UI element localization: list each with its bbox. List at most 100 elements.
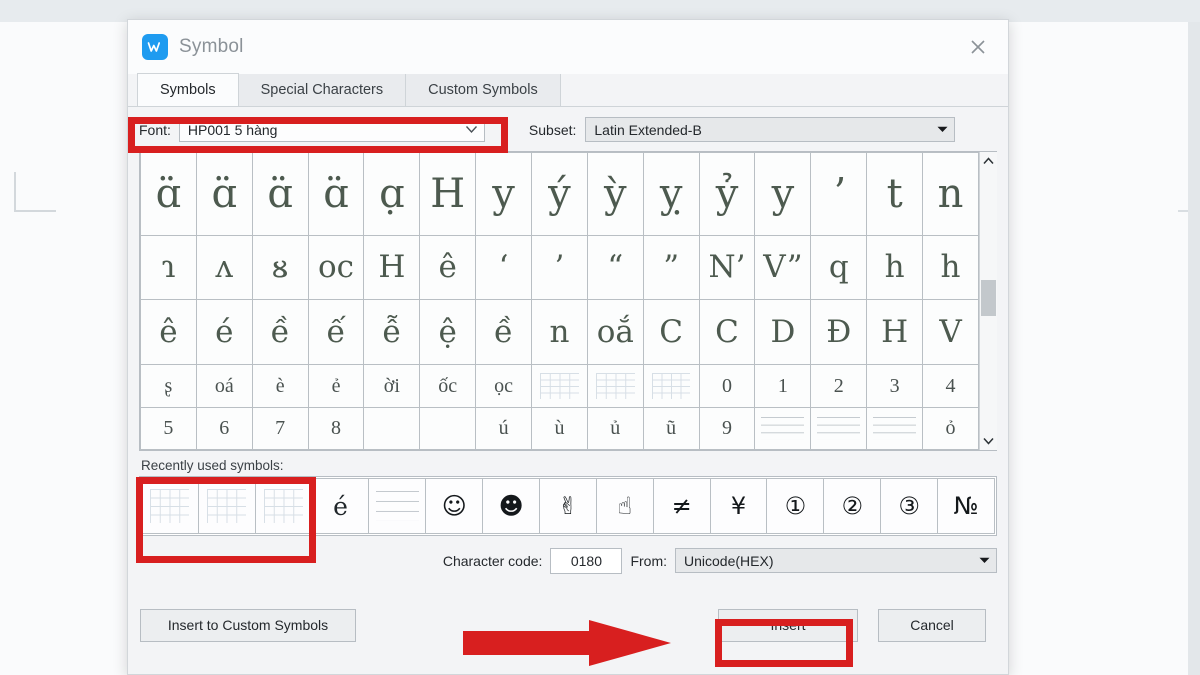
symbol-cell[interactable]: ề bbox=[251, 299, 309, 366]
symbol-cell[interactable]: “ bbox=[586, 234, 644, 301]
symbol-cell[interactable]: 5 bbox=[140, 406, 197, 450]
subset-select[interactable]: Latin Extended-B bbox=[585, 117, 956, 142]
recently-used-cell[interactable]: ☝ bbox=[595, 478, 654, 534]
symbol-cell[interactable]: ế bbox=[307, 299, 365, 366]
scroll-up-icon[interactable] bbox=[979, 152, 997, 170]
symbol-cell[interactable]: ề bbox=[475, 299, 533, 366]
symbol-cell[interactable]: ý bbox=[531, 152, 588, 236]
symbol-cell[interactable]: H bbox=[419, 152, 477, 236]
symbol-cell[interactable]: ” bbox=[642, 234, 700, 301]
symbol-cell[interactable]: 0 bbox=[698, 364, 756, 408]
tab-special-characters[interactable]: Special Characters bbox=[237, 73, 407, 106]
symbol-cell[interactable]: V bbox=[922, 299, 979, 366]
symbol-cell[interactable]: 2 bbox=[810, 364, 868, 408]
insert-to-custom-symbols-button[interactable]: Insert to Custom Symbols bbox=[140, 608, 356, 642]
symbol-grid-scrollbar[interactable] bbox=[979, 152, 997, 450]
symbol-cell[interactable]: ời bbox=[363, 364, 421, 408]
recently-used-cell[interactable]: é bbox=[311, 478, 370, 534]
font-select[interactable]: HP001 5 hàng bbox=[178, 117, 485, 142]
recently-used-cell[interactable]: ¥ bbox=[709, 478, 768, 534]
symbol-cell[interactable] bbox=[642, 364, 700, 408]
recently-used-cell[interactable]: ☻ bbox=[482, 478, 541, 534]
symbol-cell[interactable]: ʼ bbox=[810, 152, 868, 236]
symbol-cell[interactable]: 9 bbox=[698, 406, 756, 450]
symbol-cell[interactable]: y bbox=[475, 152, 533, 236]
symbol-cell[interactable]: 7 bbox=[251, 406, 309, 450]
symbol-cell[interactable]: 8 bbox=[307, 406, 365, 450]
symbol-cell[interactable]: ɑ̈ bbox=[195, 152, 253, 236]
symbol-cell[interactable]: ú bbox=[475, 406, 533, 450]
symbol-cell[interactable]: ễ bbox=[363, 299, 421, 366]
symbol-cell[interactable] bbox=[810, 406, 868, 450]
symbol-cell[interactable]: n bbox=[531, 299, 588, 366]
from-select[interactable]: Unicode(HEX) bbox=[675, 548, 997, 573]
symbol-cell[interactable]: ốc bbox=[419, 364, 477, 408]
recently-used-cell[interactable]: ✌ bbox=[539, 478, 597, 534]
scrollbar-thumb[interactable] bbox=[980, 280, 996, 317]
symbol-cell[interactable]: q bbox=[810, 234, 868, 301]
cancel-button[interactable]: Cancel bbox=[878, 608, 986, 642]
symbol-cell[interactable]: 4 bbox=[922, 364, 979, 408]
close-icon[interactable] bbox=[958, 30, 998, 64]
symbol-cell[interactable]: V” bbox=[754, 234, 812, 301]
symbol-cell[interactable]: h bbox=[922, 234, 979, 301]
symbol-cell[interactable]: 1 bbox=[754, 364, 812, 408]
scroll-down-icon[interactable] bbox=[979, 432, 997, 450]
symbol-cell[interactable]: ᴧ bbox=[195, 234, 253, 301]
recently-used-cell[interactable] bbox=[368, 478, 427, 534]
symbol-cell[interactable]: oc bbox=[307, 234, 365, 301]
tab-symbols[interactable]: Symbols bbox=[137, 73, 239, 106]
symbol-cell[interactable]: ỷ bbox=[698, 152, 756, 236]
symbol-cell[interactable]: ỏ bbox=[922, 406, 979, 450]
symbol-cell[interactable]: ủ bbox=[586, 406, 644, 450]
symbol-cell[interactable] bbox=[363, 406, 421, 450]
symbol-cell[interactable]: ù bbox=[531, 406, 588, 450]
symbol-cell[interactable]: ỳ bbox=[586, 152, 644, 236]
symbol-cell[interactable]: ɑ̈ bbox=[251, 152, 309, 236]
symbol-cell[interactable]: n bbox=[922, 152, 979, 236]
symbol-cell[interactable]: ê bbox=[140, 299, 197, 366]
recently-used-cell[interactable] bbox=[254, 478, 313, 534]
recently-used-cell[interactable]: ③ bbox=[880, 478, 939, 534]
recently-used-cell[interactable]: № bbox=[937, 478, 995, 534]
symbol-cell[interactable]: t bbox=[866, 152, 924, 236]
symbol-cell[interactable]: ‘ bbox=[475, 234, 533, 301]
symbol-cell[interactable] bbox=[586, 364, 644, 408]
recently-used-cell[interactable]: ☺ bbox=[425, 478, 484, 534]
symbol-cell[interactable]: N’ bbox=[698, 234, 756, 301]
symbol-cell[interactable]: ɑ̈ bbox=[307, 152, 365, 236]
symbol-cell[interactable]: C bbox=[698, 299, 756, 366]
symbol-cell[interactable]: ê bbox=[419, 234, 477, 301]
symbol-cell[interactable]: oá bbox=[195, 364, 253, 408]
recently-used-cell[interactable]: ② bbox=[823, 478, 882, 534]
symbol-cell[interactable]: H bbox=[866, 299, 924, 366]
symbol-cell[interactable]: è bbox=[251, 364, 309, 408]
symbol-cell[interactable]: h bbox=[866, 234, 924, 301]
symbol-cell[interactable]: ᴕ bbox=[251, 234, 309, 301]
symbol-cell[interactable]: Đ bbox=[810, 299, 868, 366]
symbol-cell[interactable]: 3 bbox=[866, 364, 924, 408]
symbol-cell[interactable]: ọc bbox=[475, 364, 533, 408]
recently-used-cell[interactable] bbox=[141, 478, 199, 534]
symbol-cell[interactable]: ɑ̈ bbox=[140, 152, 197, 236]
symbol-cell[interactable]: 6 bbox=[195, 406, 253, 450]
symbol-cell[interactable]: ẻ bbox=[307, 364, 365, 408]
symbol-cell[interactable]: ɑ̣ bbox=[363, 152, 421, 236]
symbol-cell[interactable]: oắ bbox=[586, 299, 644, 366]
symbol-cell[interactable]: ỵ bbox=[642, 152, 700, 236]
symbol-cell[interactable] bbox=[754, 406, 812, 450]
symbol-cell[interactable]: é bbox=[195, 299, 253, 366]
symbol-cell[interactable]: ’ bbox=[531, 234, 588, 301]
recently-used-cell[interactable]: ≠ bbox=[652, 478, 711, 534]
scrollbar-track[interactable] bbox=[979, 170, 997, 432]
symbol-cell[interactable] bbox=[531, 364, 588, 408]
tab-custom-symbols[interactable]: Custom Symbols bbox=[405, 73, 561, 106]
symbol-cell[interactable]: ũ bbox=[642, 406, 700, 450]
symbol-cell[interactable] bbox=[866, 406, 924, 450]
symbol-cell[interactable]: D bbox=[754, 299, 812, 366]
insert-button[interactable]: Insert bbox=[718, 608, 858, 642]
recently-used-cell[interactable]: ① bbox=[766, 478, 825, 534]
symbol-cell[interactable] bbox=[419, 406, 477, 450]
symbol-cell[interactable]: ɿ bbox=[140, 234, 197, 301]
symbol-cell[interactable]: y bbox=[754, 152, 812, 236]
